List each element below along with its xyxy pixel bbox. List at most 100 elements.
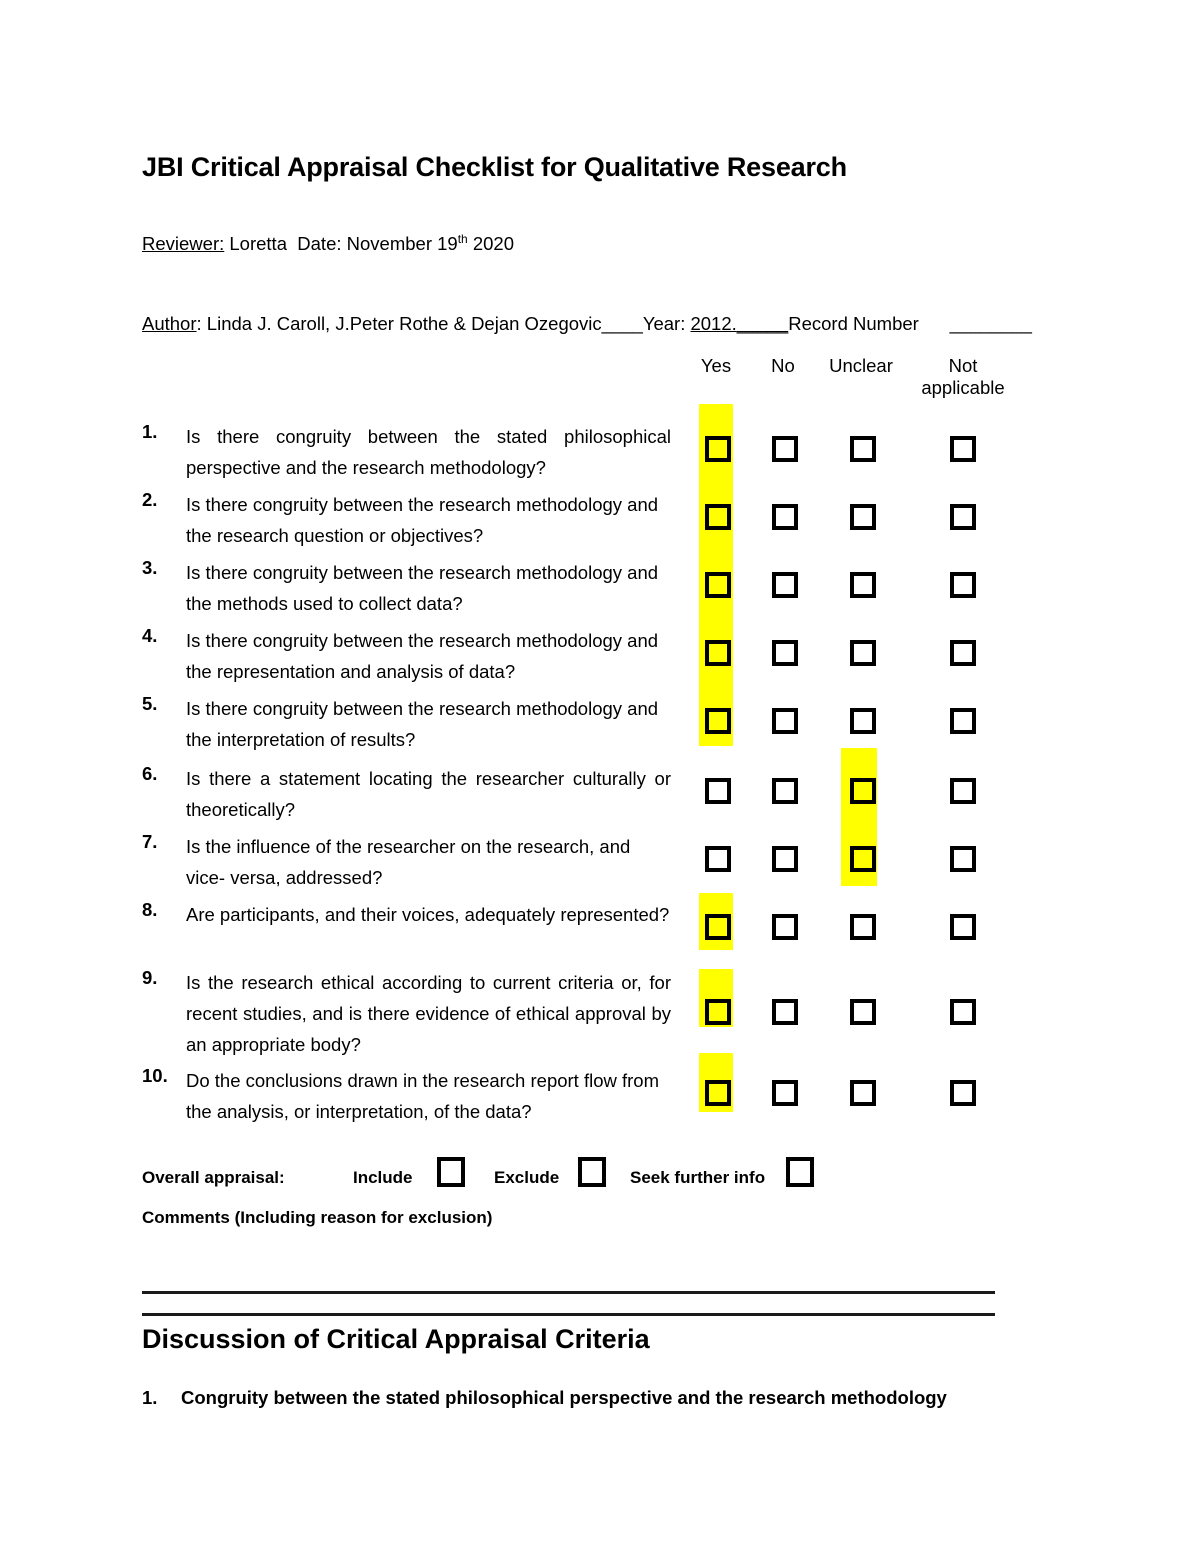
column-header-not-applicable: Not applicable (908, 355, 1018, 399)
checkbox-not-applicable[interactable] (950, 708, 976, 734)
checkbox-yes[interactable] (705, 778, 731, 804)
year-label: Year: (642, 313, 686, 334)
discussion-item: 1. Congruity between the stated philosoph… (142, 1387, 947, 1409)
checkbox-unclear[interactable] (850, 640, 876, 666)
checkbox-unclear[interactable] (850, 914, 876, 940)
column-header-no: No (757, 355, 809, 377)
question-number: 5. (142, 693, 158, 714)
checkbox-yes[interactable] (705, 1080, 731, 1106)
record-number-label: Record Number (788, 313, 919, 334)
date-year: 2020 (472, 233, 515, 255)
checkbox-unclear[interactable] (850, 708, 876, 734)
checkbox-unclear[interactable] (850, 1080, 876, 1106)
checkbox-not-applicable[interactable] (950, 572, 976, 598)
question-number: 3. (142, 557, 158, 578)
checkbox-yes[interactable] (705, 436, 731, 462)
checkbox-no[interactable] (772, 504, 798, 530)
checkbox-no[interactable] (772, 436, 798, 462)
question-number: 1. (142, 421, 158, 442)
record-number-blank: ________ (949, 313, 1032, 334)
checkbox-yes[interactable] (705, 846, 731, 872)
checkbox-not-applicable[interactable] (950, 1080, 976, 1106)
question-text: Is there congruity between the research … (186, 698, 659, 750)
column-header-unclear-label: Unclear (829, 355, 893, 376)
author-label: Author (142, 313, 197, 334)
year-value: 2012. (690, 313, 737, 334)
divider-line-2 (142, 1313, 995, 1316)
question-text: Are participants, and their voices, adeq… (186, 904, 670, 925)
question-text: Do the conclusions drawn in the research… (186, 1070, 659, 1122)
comments-label: Comments (Including reason for exclusion… (142, 1208, 493, 1227)
divider-line-1 (142, 1291, 995, 1294)
overall-option-seek-further-info-label: Seek further info (630, 1168, 766, 1187)
checkbox-no[interactable] (772, 999, 798, 1025)
author-line: Author: Linda J. Caroll, J.Peter Rothe &… (142, 313, 1032, 335)
reviewer-date-line: Reviewer: Loretta Date: November 19th 20… (142, 232, 514, 255)
checkbox-not-applicable[interactable] (950, 846, 976, 872)
checkbox-seek-further-info[interactable] (786, 1157, 814, 1187)
checkbox-not-applicable[interactable] (950, 640, 976, 666)
question-text: Is there congruity between the research … (186, 562, 659, 614)
checkbox-yes[interactable] (705, 572, 731, 598)
checkbox-unclear[interactable] (850, 436, 876, 462)
checkbox-unclear[interactable] (850, 778, 876, 804)
checkbox-no[interactable] (772, 914, 798, 940)
column-header-unclear: Unclear (820, 355, 902, 377)
checkbox-unclear[interactable] (850, 846, 876, 872)
checkbox-no[interactable] (772, 1080, 798, 1106)
checkbox-no[interactable] (772, 846, 798, 872)
question-text: Is there congruity between the stated ph… (186, 426, 671, 478)
checkbox-include[interactable] (437, 1157, 465, 1187)
question-number: 10. (142, 1065, 168, 1086)
discussion-item-number: 1. (142, 1387, 158, 1408)
author-colon: : (196, 313, 202, 334)
checkbox-not-applicable[interactable] (950, 436, 976, 462)
column-header-not-applicable-label-line1: Not (948, 355, 978, 376)
overall-option-include-label: Include (353, 1168, 413, 1187)
question-number: 4. (142, 625, 158, 646)
question-number: 7. (142, 831, 158, 852)
checkbox-unclear[interactable] (850, 504, 876, 530)
checkbox-no[interactable] (772, 640, 798, 666)
checkbox-no[interactable] (772, 572, 798, 598)
column-header-yes-label: Yes (700, 355, 732, 376)
question-number: 2. (142, 489, 158, 510)
checkbox-yes[interactable] (705, 640, 731, 666)
question-text: Is there congruity between the research … (186, 494, 659, 546)
checkbox-exclude[interactable] (578, 1157, 606, 1187)
question-number: 6. (142, 763, 158, 784)
checkbox-no[interactable] (772, 778, 798, 804)
question-text: Is there congruity between the research … (186, 630, 659, 682)
year-blank: _____ (736, 313, 789, 334)
checkbox-yes[interactable] (705, 708, 731, 734)
overall-appraisal-label: Overall appraisal: (142, 1168, 285, 1187)
author-value: Linda J. Caroll, J.Peter Rothe & Dejan O… (206, 313, 643, 334)
checkbox-not-applicable[interactable] (950, 914, 976, 940)
checkbox-not-applicable[interactable] (950, 504, 976, 530)
column-header-no-label: No (771, 355, 795, 376)
discussion-item-text: Congruity between the stated philosophic… (181, 1387, 947, 1408)
checkbox-no[interactable] (772, 708, 798, 734)
column-header-not-applicable-label-line2: applicable (921, 377, 1005, 398)
section-title-discussion: Discussion of Critical Appraisal Criteri… (142, 1324, 650, 1354)
checkbox-not-applicable[interactable] (950, 778, 976, 804)
date-value: November 19 (346, 233, 458, 255)
column-header-yes: Yes (690, 355, 742, 377)
page-title: JBI Critical Appraisal Checklist for Qua… (142, 152, 847, 182)
checkbox-yes[interactable] (705, 914, 731, 940)
checkbox-unclear[interactable] (850, 572, 876, 598)
date-ordinal-suffix: th (457, 232, 468, 246)
checkbox-yes[interactable] (705, 999, 731, 1025)
question-number: 8. (142, 899, 158, 920)
reviewer-label: Reviewer: (142, 233, 225, 255)
checkbox-yes[interactable] (705, 504, 731, 530)
reviewer-value: Loretta (229, 233, 287, 255)
date-label: Date: (297, 233, 342, 255)
document-page: JBI Critical Appraisal Checklist for Qua… (0, 0, 1200, 1553)
overall-option-exclude-label: Exclude (494, 1168, 560, 1187)
question-text: Is the influence of the researcher on th… (186, 836, 631, 888)
question-number: 9. (142, 967, 158, 988)
checkbox-not-applicable[interactable] (950, 999, 976, 1025)
checkbox-unclear[interactable] (850, 999, 876, 1025)
question-text: Is the research ethical according to cur… (186, 972, 671, 1055)
